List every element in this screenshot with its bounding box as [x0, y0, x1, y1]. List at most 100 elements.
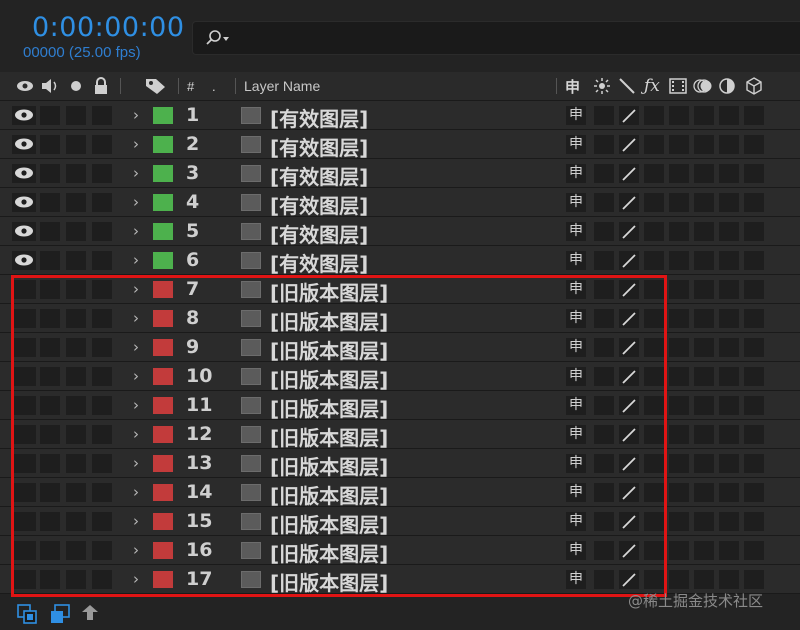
shy-switch[interactable]: 申 — [566, 541, 586, 560]
layer-switch-cell[interactable] — [744, 193, 764, 212]
layer-switch-cell[interactable] — [744, 367, 764, 386]
quality-switch[interactable] — [619, 570, 639, 589]
expand-chevron-icon[interactable]: › — [133, 280, 139, 298]
layer-name-header[interactable]: Layer Name — [244, 72, 320, 100]
layer-switch-cell[interactable] — [594, 541, 614, 560]
lock-header-icon[interactable] — [94, 72, 108, 100]
layer-switch-cell[interactable] — [669, 570, 689, 589]
layer-switch-cell[interactable] — [594, 309, 614, 328]
video-visibility-toggle[interactable] — [12, 309, 36, 328]
layer-switch-cell[interactable] — [669, 512, 689, 531]
layer-switch-cell[interactable] — [644, 512, 664, 531]
layer-switch-cell[interactable] — [669, 280, 689, 299]
lock-toggle[interactable] — [92, 280, 112, 299]
layer-switch-cell[interactable] — [594, 483, 614, 502]
layer-switch-cell[interactable] — [694, 193, 714, 212]
solo-toggle[interactable] — [66, 106, 86, 125]
layer-switch-cell[interactable] — [669, 106, 689, 125]
layer-name[interactable]: [旧版本图层] — [270, 277, 388, 306]
quality-switch[interactable] — [619, 309, 639, 328]
lock-toggle[interactable] — [92, 483, 112, 502]
solo-toggle[interactable] — [66, 164, 86, 183]
quality-switch[interactable] — [619, 193, 639, 212]
layer-switch-cell[interactable] — [644, 164, 664, 183]
quality-switch[interactable] — [619, 164, 639, 183]
layer-switch-cell[interactable] — [744, 483, 764, 502]
quality-switch[interactable] — [619, 338, 639, 357]
layer-name[interactable]: [旧版本图层] — [270, 480, 388, 509]
video-visibility-toggle[interactable] — [12, 512, 36, 531]
label-color-swatch[interactable] — [153, 542, 173, 559]
video-visibility-toggle[interactable] — [12, 454, 36, 473]
expand-chevron-icon[interactable]: › — [133, 570, 139, 588]
layer-row[interactable]: › 9 [旧版本图层] 申 — [0, 333, 800, 363]
expand-chevron-icon[interactable]: › — [133, 193, 139, 211]
layer-row[interactable]: › 12 [旧版本图层] 申 — [0, 420, 800, 450]
layer-row[interactable]: › 7 [旧版本图层] 申 — [0, 275, 800, 306]
layer-switch-cell[interactable] — [719, 454, 739, 473]
layer-switch-cell[interactable] — [594, 396, 614, 415]
eye-icon[interactable] — [14, 137, 34, 151]
lock-toggle[interactable] — [92, 396, 112, 415]
layer-switch-cell[interactable] — [644, 454, 664, 473]
video-visibility-toggle[interactable] — [12, 338, 36, 357]
layer-switch-cell[interactable] — [594, 280, 614, 299]
layer-switch-cell[interactable] — [719, 483, 739, 502]
audio-toggle[interactable] — [40, 338, 60, 357]
eye-icon[interactable] — [14, 108, 34, 122]
audio-header-icon[interactable] — [40, 72, 60, 100]
lock-toggle[interactable] — [92, 425, 112, 444]
layer-switch-cell[interactable] — [719, 193, 739, 212]
layer-name[interactable]: [有效图层] — [270, 103, 368, 132]
eye-icon[interactable] — [14, 166, 34, 180]
layer-switch-cell[interactable] — [669, 309, 689, 328]
label-color-swatch[interactable] — [153, 194, 173, 211]
expand-chevron-icon[interactable]: › — [133, 135, 139, 153]
layer-switch-cell[interactable] — [669, 222, 689, 241]
layer-switch-cell[interactable] — [744, 251, 764, 270]
shy-switch[interactable]: 申 — [566, 309, 586, 328]
layer-row[interactable]: › 15 [旧版本图层] 申 — [0, 507, 800, 537]
layer-switch-cell[interactable] — [744, 309, 764, 328]
audio-toggle[interactable] — [40, 425, 60, 444]
lock-toggle[interactable] — [92, 193, 112, 212]
video-visibility-toggle[interactable] — [12, 367, 36, 386]
audio-toggle[interactable] — [40, 251, 60, 270]
layer-switch-cell[interactable] — [594, 193, 614, 212]
expand-chevron-icon[interactable]: › — [133, 222, 139, 240]
label-color-swatch[interactable] — [153, 397, 173, 414]
label-color-swatch[interactable] — [153, 310, 173, 327]
layer-row[interactable]: › 4 [有效图层] 申 — [0, 188, 800, 218]
expand-chevron-icon[interactable]: › — [133, 425, 139, 443]
current-time-display[interactable]: 0:00:00:00 — [32, 12, 185, 43]
layer-switch-cell[interactable] — [719, 135, 739, 154]
quality-switch[interactable] — [619, 106, 639, 125]
solo-toggle[interactable] — [66, 483, 86, 502]
expand-chevron-icon[interactable]: › — [133, 251, 139, 269]
layer-name[interactable]: [有效图层] — [270, 132, 368, 161]
layer-switch-cell[interactable] — [719, 164, 739, 183]
label-tag-header-icon[interactable] — [145, 72, 167, 100]
quality-header-icon[interactable] — [619, 72, 635, 100]
quality-switch[interactable] — [619, 222, 639, 241]
layer-switch-cell[interactable] — [644, 106, 664, 125]
layer-switch-cell[interactable] — [719, 106, 739, 125]
layer-switch-cell[interactable] — [644, 280, 664, 299]
audio-toggle[interactable] — [40, 164, 60, 183]
layer-switch-cell[interactable] — [594, 454, 614, 473]
layer-switch-cell[interactable] — [594, 367, 614, 386]
label-color-swatch[interactable] — [153, 368, 173, 385]
shy-switch[interactable]: 申 — [566, 193, 586, 212]
layer-switch-cell[interactable] — [669, 135, 689, 154]
shy-switch[interactable]: 申 — [566, 512, 586, 531]
shy-switch[interactable]: 申 — [566, 396, 586, 415]
layer-switch-cell[interactable] — [744, 135, 764, 154]
video-visibility-toggle[interactable] — [12, 541, 36, 560]
motion-blur-header-icon[interactable] — [693, 72, 713, 100]
quality-switch[interactable] — [619, 512, 639, 531]
label-color-swatch[interactable] — [153, 165, 173, 182]
layer-switch-cell[interactable] — [594, 251, 614, 270]
layer-switch-cell[interactable] — [694, 106, 714, 125]
video-visibility-toggle[interactable] — [12, 483, 36, 502]
layer-switch-cell[interactable] — [744, 164, 764, 183]
